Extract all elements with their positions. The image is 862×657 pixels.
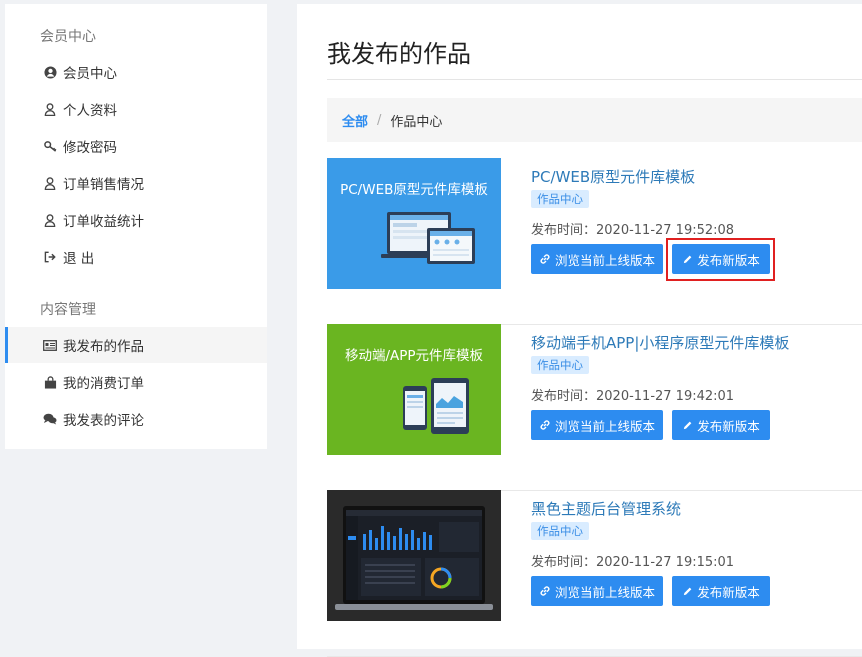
sidebar-item-label: 我的消费订单 bbox=[63, 376, 144, 392]
thumbnail-title: 移动端/APP元件库模板 bbox=[344, 348, 484, 364]
publish-new-version-button[interactable]: 发布新版本 bbox=[672, 410, 770, 440]
link-icon bbox=[540, 254, 550, 264]
page-title: 我发布的作品 bbox=[327, 40, 471, 68]
user-icon bbox=[43, 213, 57, 227]
sidebar-item-label: 订单收益统计 bbox=[63, 214, 144, 230]
breadcrumb-current: 作品中心 bbox=[390, 114, 443, 130]
publish-time: 发布时间：2020-11-27 19:42:01 bbox=[531, 389, 735, 404]
browse-current-version-button[interactable]: 浏览当前上线版本 bbox=[531, 410, 663, 440]
sidebar-item-order-revenue[interactable]: 订单收益统计 bbox=[5, 202, 267, 238]
sidebar-item-label: 退 出 bbox=[63, 251, 95, 267]
breadcrumb-separator: / bbox=[377, 112, 382, 128]
thumbnail-title: PC/WEB原型元件库模板 bbox=[340, 182, 488, 198]
key-icon bbox=[43, 139, 57, 153]
work-item: 黑色主题后台管理系统 作品中心 发布时间：2020-11-27 19:15:01… bbox=[327, 490, 862, 657]
button-label: 发布新版本 bbox=[697, 584, 760, 600]
browse-current-version-button[interactable]: 浏览当前上线版本 bbox=[531, 244, 663, 274]
publish-time: 发布时间：2020-11-27 19:52:08 bbox=[531, 223, 735, 238]
sidebar-item-logout[interactable]: 退 出 bbox=[5, 239, 267, 275]
sidebar-section-content: 内容管理 bbox=[40, 302, 96, 318]
button-label: 发布新版本 bbox=[697, 418, 760, 434]
mobile-devices-illustration bbox=[403, 378, 469, 434]
divider bbox=[327, 79, 862, 80]
comments-icon bbox=[43, 412, 57, 426]
sidebar-item-my-comments[interactable]: 我发表的评论 bbox=[5, 401, 267, 437]
card-icon bbox=[43, 338, 57, 352]
link-icon bbox=[540, 586, 550, 596]
sidebar-item-member-center[interactable]: 会员中心 bbox=[5, 54, 267, 90]
logout-icon bbox=[43, 250, 57, 264]
breadcrumb-root-link[interactable]: 全部 bbox=[342, 111, 368, 130]
category-tag[interactable]: 作品中心 bbox=[531, 522, 589, 540]
pencil-icon bbox=[684, 255, 692, 263]
sidebar-section-member: 会员中心 bbox=[40, 29, 96, 45]
work-item: 移动端/APP元件库模板 移动端手机APP|小程序原型元件库模板 作品中心 发布… bbox=[327, 324, 862, 491]
sidebar-item-label: 修改密码 bbox=[63, 140, 117, 156]
work-title-link[interactable]: 移动端手机APP|小程序原型元件库模板 bbox=[531, 332, 789, 353]
sidebar-item-profile[interactable]: 个人资料 bbox=[5, 91, 267, 127]
user-icon bbox=[43, 176, 57, 190]
bag-icon bbox=[43, 375, 57, 389]
category-tag[interactable]: 作品中心 bbox=[531, 190, 589, 208]
button-label: 浏览当前上线版本 bbox=[554, 252, 655, 268]
sidebar-item-my-works[interactable]: 我发布的作品 bbox=[5, 327, 267, 363]
sidebar-item-label: 会员中心 bbox=[63, 66, 117, 82]
breadcrumb: 全部 / 作品中心 bbox=[327, 98, 862, 142]
work-title-link[interactable]: PC/WEB原型元件库模板 bbox=[531, 166, 695, 187]
publish-new-version-button[interactable]: 发布新版本 bbox=[672, 576, 770, 606]
user-icon bbox=[43, 102, 57, 116]
main-panel: 我发布的作品 全部 / 作品中心 PC/WEB原型元件库模板 PC/WEB原型元… bbox=[297, 4, 862, 657]
button-label: 浏览当前上线版本 bbox=[554, 418, 655, 434]
link-icon bbox=[540, 420, 550, 430]
sidebar-item-label: 订单销售情况 bbox=[63, 177, 144, 193]
work-title-link[interactable]: 黑色主题后台管理系统 bbox=[531, 498, 681, 519]
work-thumbnail[interactable]: 移动端/APP元件库模板 bbox=[327, 324, 501, 455]
browse-current-version-button[interactable]: 浏览当前上线版本 bbox=[531, 576, 663, 606]
button-label: 发布新版本 bbox=[697, 252, 760, 268]
sidebar-item-change-password[interactable]: 修改密码 bbox=[5, 128, 267, 164]
sidebar-item-label: 个人资料 bbox=[63, 103, 117, 119]
work-item: PC/WEB原型元件库模板 PC/WEB原型元件库模板 作品中心 发布时间：20… bbox=[327, 158, 862, 325]
publish-new-version-button[interactable]: 发布新版本 bbox=[672, 244, 770, 274]
sidebar-item-label: 我发表的评论 bbox=[63, 413, 144, 429]
category-tag[interactable]: 作品中心 bbox=[531, 356, 589, 374]
work-thumbnail[interactable]: PC/WEB原型元件库模板 bbox=[327, 158, 501, 289]
work-thumbnail[interactable] bbox=[327, 490, 501, 621]
dashboard-laptop-illustration bbox=[335, 506, 493, 610]
button-label: 浏览当前上线版本 bbox=[554, 584, 655, 600]
publish-time: 发布时间：2020-11-27 19:15:01 bbox=[531, 555, 735, 570]
pencil-icon bbox=[684, 421, 692, 429]
user-circle-icon bbox=[43, 65, 57, 79]
sidebar-item-order-sales[interactable]: 订单销售情况 bbox=[5, 165, 267, 201]
sidebar-item-my-orders[interactable]: 我的消费订单 bbox=[5, 364, 267, 400]
sidebar-item-label: 我发布的作品 bbox=[63, 339, 144, 355]
pencil-icon bbox=[684, 587, 692, 595]
sidebar: 会员中心 会员中心 个人资料 修改密码 订单销售情况 订单收益统计 退 出 内容… bbox=[5, 4, 267, 449]
devices-illustration bbox=[381, 212, 475, 264]
